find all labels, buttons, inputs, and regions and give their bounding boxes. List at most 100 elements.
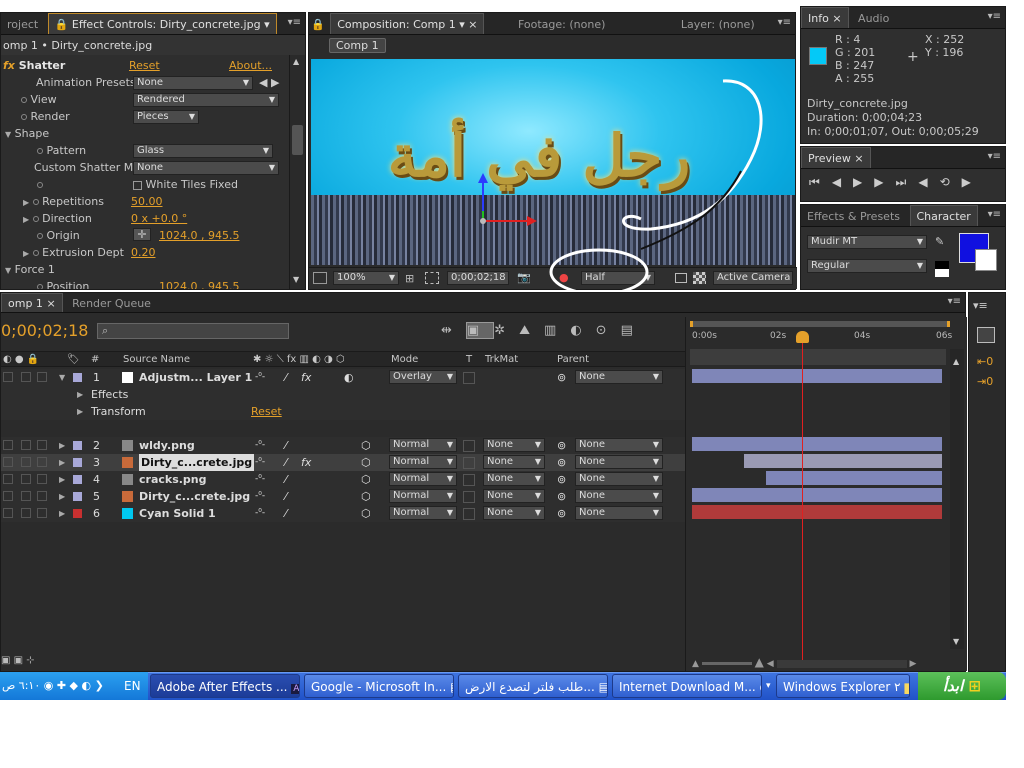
layer-name[interactable]: Cyan Solid 1: [139, 505, 216, 522]
triangle-right-icon[interactable]: ▶: [23, 198, 29, 207]
trkmat-dropdown[interactable]: None ▼: [483, 506, 545, 520]
render-dropdown[interactable]: Pieces ▼: [133, 110, 199, 124]
zoom-out-mountain-icon[interactable]: ▲: [692, 659, 699, 669]
layer-name[interactable]: Dirty_c...crete.jpg: [139, 488, 250, 505]
parent-dropdown[interactable]: None ▼: [575, 455, 663, 469]
tab-comp1[interactable]: omp 1 ×: [1, 293, 63, 312]
draft-3d-icon[interactable]: ⛰: [519, 323, 544, 338]
taskbar-item-explorer[interactable]: Windows Explorer ٢ ▆: [776, 674, 910, 698]
scroll-up-icon[interactable]: ▲: [953, 357, 959, 366]
zoom-in-icon[interactable]: ⇤0: [977, 355, 993, 368]
layer-row[interactable]: ▶ 6 Cyan Solid 1 -⁰- ⁄ ⬡ Normal ▼ None ▼ ⊚ None ▼: [1, 505, 685, 522]
ram-preview-icon[interactable]: ▶: [962, 175, 983, 189]
parent-dropdown[interactable]: None ▼: [575, 506, 663, 520]
frame-blend-icon[interactable]: ▣: [465, 322, 495, 339]
label-color[interactable]: [73, 458, 82, 467]
visibility-toggle[interactable]: [3, 372, 13, 382]
triangle-right-icon[interactable]: ▶: [59, 471, 65, 488]
camera-dropdown[interactable]: Active Camera: [713, 271, 793, 285]
lock-toggle[interactable]: [37, 474, 47, 484]
position-value[interactable]: 1024.0 , 945.5: [159, 278, 239, 289]
triangle-right-icon[interactable]: ▶: [59, 454, 65, 471]
audio-icon[interactable]: ◀: [918, 175, 939, 189]
chevron-down-icon[interactable]: ▾: [459, 18, 465, 31]
parent-dropdown[interactable]: None ▼: [575, 472, 663, 486]
3d-switch-icon[interactable]: ⬡: [361, 488, 371, 505]
mode-dropdown[interactable]: Normal ▼: [389, 438, 457, 452]
prev-frame-icon[interactable]: ◀: [832, 175, 853, 189]
trkmat-dropdown[interactable]: None ▼: [483, 455, 545, 469]
time-ruler[interactable]: 0:00s 02s 04s 06s: [686, 329, 952, 349]
first-frame-icon[interactable]: ⏮: [809, 175, 832, 189]
visibility-toggle[interactable]: [3, 457, 13, 467]
stroke-color-swatch[interactable]: [975, 249, 997, 271]
triangle-right-icon[interactable]: ▶: [77, 403, 83, 420]
close-icon[interactable]: ×: [468, 18, 477, 31]
preserve-transparency-box[interactable]: [463, 508, 475, 520]
3d-switch-icon[interactable]: ⬡: [361, 437, 371, 454]
scroll-down-icon[interactable]: ▼: [953, 637, 959, 646]
timecode-field[interactable]: 0;00;02;18: [447, 271, 509, 285]
quality-switch-icon[interactable]: ⁄: [285, 437, 287, 454]
triangle-right-icon[interactable]: ▶: [77, 386, 83, 403]
solo-toggle[interactable]: [21, 440, 31, 450]
font-dropdown[interactable]: Mudir MT ▼: [807, 235, 927, 249]
triangle-right-icon[interactable]: ▶: [59, 437, 65, 454]
layer-bar[interactable]: [692, 505, 942, 519]
panel-menu-icon[interactable]: ▾≡: [988, 209, 1001, 220]
stopwatch-icon[interactable]: [37, 284, 43, 289]
transform-group-row[interactable]: ▶ Transform Reset: [1, 403, 685, 420]
quality-switch-icon[interactable]: ⁄: [285, 454, 287, 471]
black-swatch[interactable]: [935, 261, 949, 269]
label-color[interactable]: [73, 373, 82, 382]
pickwhip-icon[interactable]: ⊚: [557, 437, 566, 454]
pickwhip-icon[interactable]: ⊚: [557, 454, 566, 471]
layer-row[interactable]: ▶ 2 wldy.png -⁰- ⁄ ⬡ Normal ▼ None ▼ ⊚ None ▼: [1, 437, 685, 454]
scroll-left-icon[interactable]: ◀: [767, 659, 774, 669]
scroll-down-icon[interactable]: ▼: [293, 275, 299, 284]
quality-switch-icon[interactable]: ⁄: [285, 369, 287, 386]
camera-snapshot-icon[interactable]: 📷: [517, 271, 531, 284]
mask-icon[interactable]: [425, 272, 439, 284]
visibility-toggle[interactable]: [3, 440, 13, 450]
work-area-bar[interactable]: [690, 321, 950, 327]
lock-toggle[interactable]: [37, 491, 47, 501]
solo-toggle[interactable]: [21, 491, 31, 501]
solo-toggle[interactable]: [21, 457, 31, 467]
layer-name[interactable]: Adjustm... Layer 1: [139, 369, 252, 386]
white-tiles-checkbox[interactable]: White Tiles Fixed: [133, 176, 238, 193]
panel-menu-icon[interactable]: ▾≡: [288, 17, 301, 28]
tab-info[interactable]: Info ×: [801, 7, 849, 28]
scroll-right-icon[interactable]: ▶: [909, 659, 916, 669]
label-color[interactable]: [73, 441, 82, 450]
lock-toggle[interactable]: [37, 508, 47, 518]
force-group[interactable]: ▼ Force 1: [5, 261, 55, 278]
crosshair-icon[interactable]: ✛: [133, 228, 151, 241]
fx-switch-icon[interactable]: fx: [301, 454, 311, 471]
timeline-search[interactable]: ⌕: [97, 323, 289, 339]
pickwhip-icon[interactable]: ⊚: [557, 471, 566, 488]
stopwatch-icon[interactable]: [37, 176, 43, 193]
shy-switch-icon[interactable]: -⁰-: [255, 471, 265, 488]
transparency-grid-icon[interactable]: [693, 272, 706, 284]
panel-menu-icon[interactable]: ▾≡: [948, 296, 961, 307]
trkmat-dropdown[interactable]: None ▼: [483, 489, 545, 503]
layer-name[interactable]: wldy.png: [139, 437, 195, 454]
layer-row[interactable]: ▼ 1 Adjustm... Layer 1 -⁰- ⁄ fx ◐ Overlay ▼ ⊚ None…: [1, 369, 685, 386]
mode-dropdown[interactable]: Normal ▼: [389, 455, 457, 469]
trkmat-dropdown[interactable]: None ▼: [483, 472, 545, 486]
eyedropper-icon[interactable]: ✎: [935, 235, 944, 248]
stopwatch-icon[interactable]: [21, 97, 27, 103]
preset-nav-arrows[interactable]: ◀ ▶: [259, 74, 279, 91]
layer-bar[interactable]: [692, 437, 942, 451]
tab-effect-controls[interactable]: 🔒 Effect Controls: Dirty_concrete.jpg ▾: [47, 13, 277, 34]
lock-toggle[interactable]: [37, 457, 47, 467]
zoom-dropdown[interactable]: 100% ▼: [333, 271, 399, 285]
preserve-transparency-box[interactable]: [463, 372, 475, 384]
extrusion-value[interactable]: 0.20: [131, 244, 156, 261]
taskbar-group-chevron-icon[interactable]: ▾: [766, 674, 771, 698]
shy-switch-icon[interactable]: -⁰-: [255, 505, 265, 522]
col-source-name[interactable]: Source Name: [123, 352, 190, 367]
pattern-dropdown[interactable]: Glass ▼: [133, 144, 273, 158]
shy-switch-icon[interactable]: -⁰-: [255, 369, 265, 386]
